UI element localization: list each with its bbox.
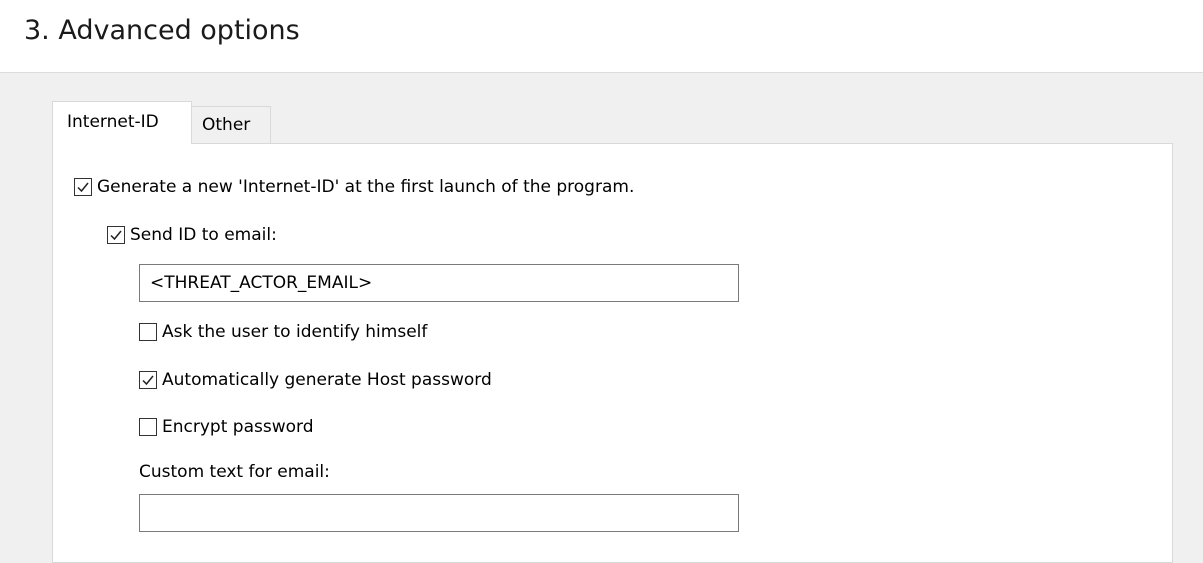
auto-password-label: Automatically generate Host password [162,370,492,390]
generate-id-checkbox[interactable] [74,178,92,196]
send-id-option[interactable]: Send ID to email: [107,223,277,247]
encrypt-password-label: Encrypt password [162,417,314,437]
generate-id-option[interactable]: Generate a new 'Internet-ID' at the firs… [74,175,634,199]
custom-text-option: Custom text for email: [139,460,330,484]
custom-text-input[interactable] [139,494,739,532]
checkmark-icon [142,375,154,386]
encrypt-password-checkbox[interactable] [139,418,157,436]
page-header: 3. Advanced options [0,0,1203,73]
checkmark-icon [77,182,89,193]
tab-internet-id[interactable]: Internet-ID [52,101,192,144]
ask-identify-option[interactable]: Ask the user to identify himself [139,320,427,344]
email-input[interactable] [139,264,739,302]
tab-other[interactable]: Other [191,106,271,143]
custom-text-label: Custom text for email: [139,462,330,482]
checkmark-icon [110,230,122,241]
ask-identify-checkbox[interactable] [139,323,157,341]
page-title: 3. Advanced options [24,15,300,46]
auto-password-option[interactable]: Automatically generate Host password [139,368,492,392]
send-id-label: Send ID to email: [130,225,277,245]
send-id-checkbox[interactable] [107,226,125,244]
encrypt-password-option[interactable]: Encrypt password [139,415,313,439]
generate-id-label: Generate a new 'Internet-ID' at the firs… [97,177,635,197]
ask-identify-label: Ask the user to identify himself [162,322,428,342]
auto-password-checkbox[interactable] [139,371,157,389]
